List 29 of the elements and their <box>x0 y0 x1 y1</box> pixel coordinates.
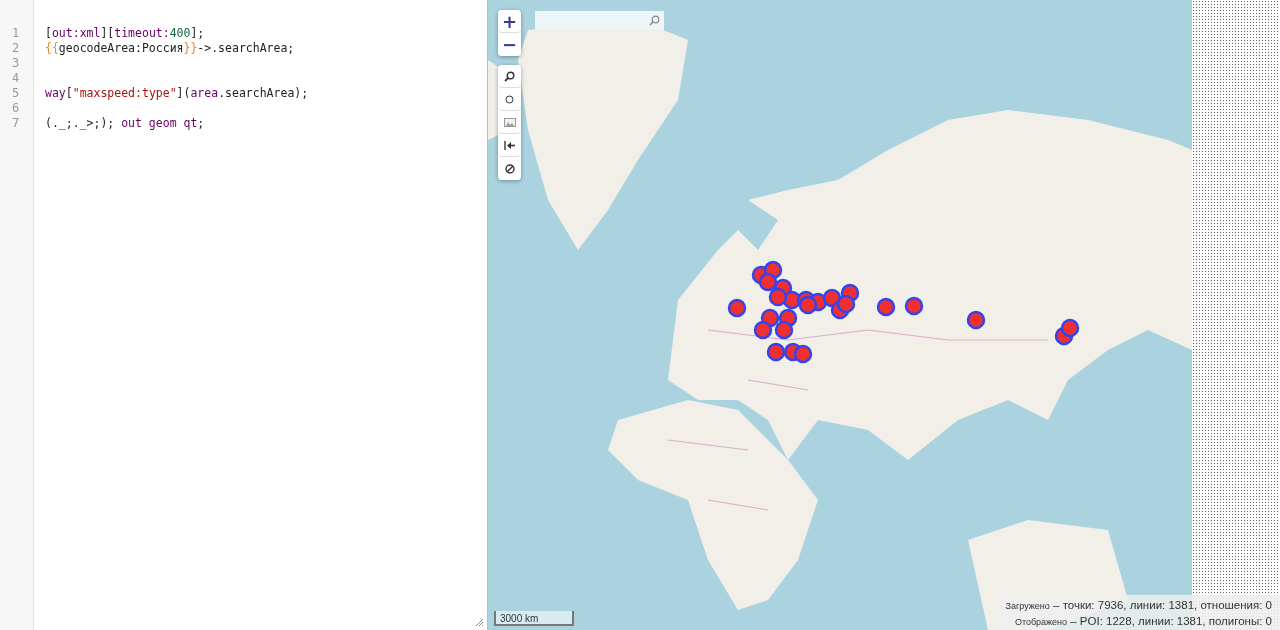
line-number: 6 <box>11 101 21 116</box>
image-icon <box>503 117 516 127</box>
resize-grip-icon[interactable] <box>475 618 484 627</box>
line-number: 5 <box>11 86 21 101</box>
code-line: {{geocodeArea:Россия}}->.searchArea; <box>45 41 296 56</box>
arrow-left-bar-icon <box>504 140 515 150</box>
code-editor[interactable]: 1 2 3 4 5 6 7 [out:xml][timeout:400]; {{geocodeArea:Россия}}->.searchArea; way["maxspeed:type"](area.searchArea); (._;._>;); out geom qt; <box>0 0 488 630</box>
line-number: 2 <box>11 41 21 56</box>
line-number: 1 <box>11 26 21 41</box>
prohibited-icon <box>504 163 515 174</box>
search-button[interactable] <box>498 65 521 88</box>
search-field[interactable] <box>535 11 664 30</box>
code-line: (._;._>;); out geom qt; <box>45 116 206 131</box>
clear-button[interactable] <box>498 157 521 180</box>
line-number: 7 <box>11 116 21 131</box>
scale-bar: 3000 km <box>494 611 574 626</box>
arrow-to-bar-button[interactable] <box>498 134 521 157</box>
status-text: Отображено – POI: 1228, линии: 1381, полигоны: 0 <box>1014 615 1272 627</box>
circle-button[interactable] <box>498 88 521 111</box>
status-text: Загружено – точки: 7936, линии: 1381, отношения: 0 <box>1005 599 1272 611</box>
line-number: 4 <box>11 71 21 86</box>
code-line: way["maxspeed:type"](area.searchArea); <box>45 86 309 101</box>
code-line: [out:xml][timeout:400]; <box>45 26 206 41</box>
zoom-out-button[interactable]: − <box>498 33 521 56</box>
line-number: 3 <box>11 56 21 71</box>
search-icon <box>504 70 515 82</box>
circle-icon <box>505 94 514 104</box>
search-icon <box>649 15 660 26</box>
zoom-in-button[interactable]: + <box>498 10 521 33</box>
